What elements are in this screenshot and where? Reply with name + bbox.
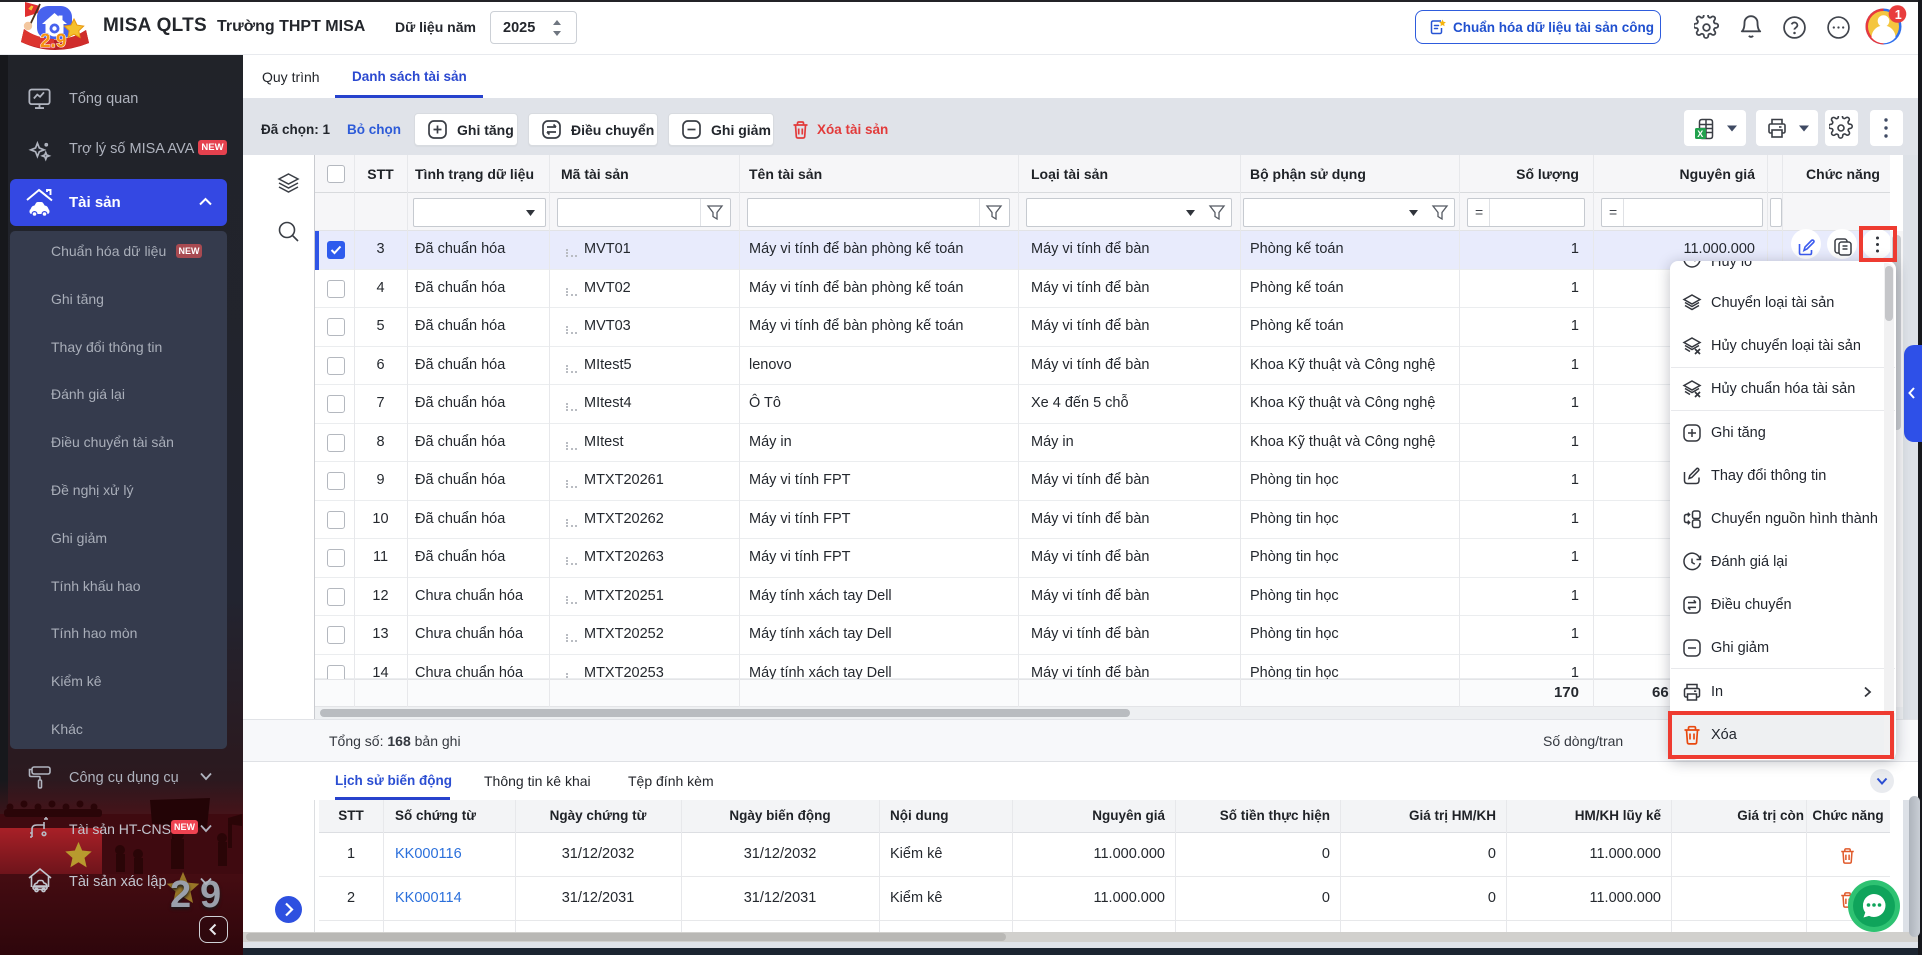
svg-text:2.9: 2.9	[40, 31, 66, 52]
svg-text:1: 1	[1895, 8, 1902, 22]
svg-text:X: X	[1697, 129, 1703, 139]
